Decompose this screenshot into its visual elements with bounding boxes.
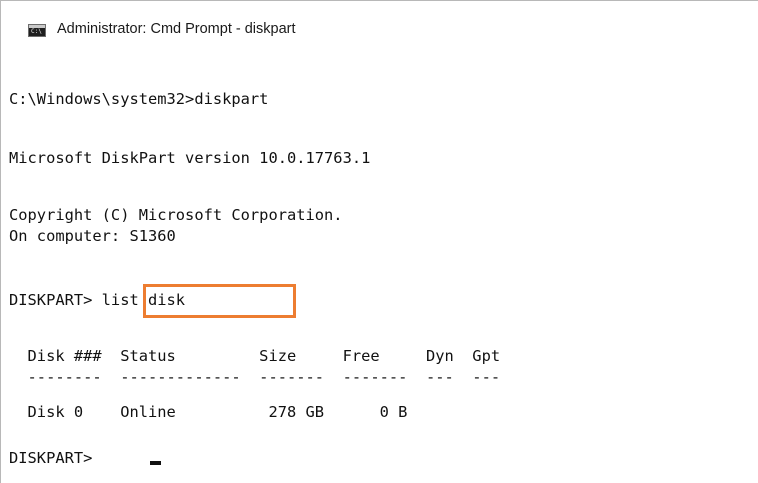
- console-line-computer: On computer: S1360: [9, 227, 176, 245]
- console-line-copyright: Copyright (C) Microsoft Corporation.: [9, 206, 343, 224]
- console-line-command-prompt: C:\Windows\system32>diskpart: [9, 90, 269, 108]
- disk-table-separator: -------- ------------- ------- ------- -…: [9, 368, 501, 386]
- console-line-version: Microsoft DiskPart version 10.0.17763.1: [9, 149, 371, 167]
- console-output[interactable]: C:\Windows\system32>diskpart Microsoft D…: [1, 55, 758, 483]
- disk-table-header: Disk ### Status Size Free Dyn Gpt: [9, 347, 501, 365]
- title-bar[interactable]: C:\ Administrator: Cmd Prompt - diskpart: [1, 1, 758, 55]
- cmd-console-icon-text: C:\: [31, 28, 42, 35]
- disk-table-row: Disk 0 Online 278 GB 0 B: [9, 403, 408, 421]
- console-line-diskpart-prompt: DISKPART>: [9, 449, 102, 467]
- cmd-console-icon: C:\: [28, 24, 46, 37]
- window-title: Administrator: Cmd Prompt - diskpart: [57, 21, 296, 37]
- command-highlight-box: [143, 284, 296, 318]
- cmd-window: C:\ Administrator: Cmd Prompt - diskpart…: [0, 0, 758, 483]
- text-cursor: [150, 461, 161, 465]
